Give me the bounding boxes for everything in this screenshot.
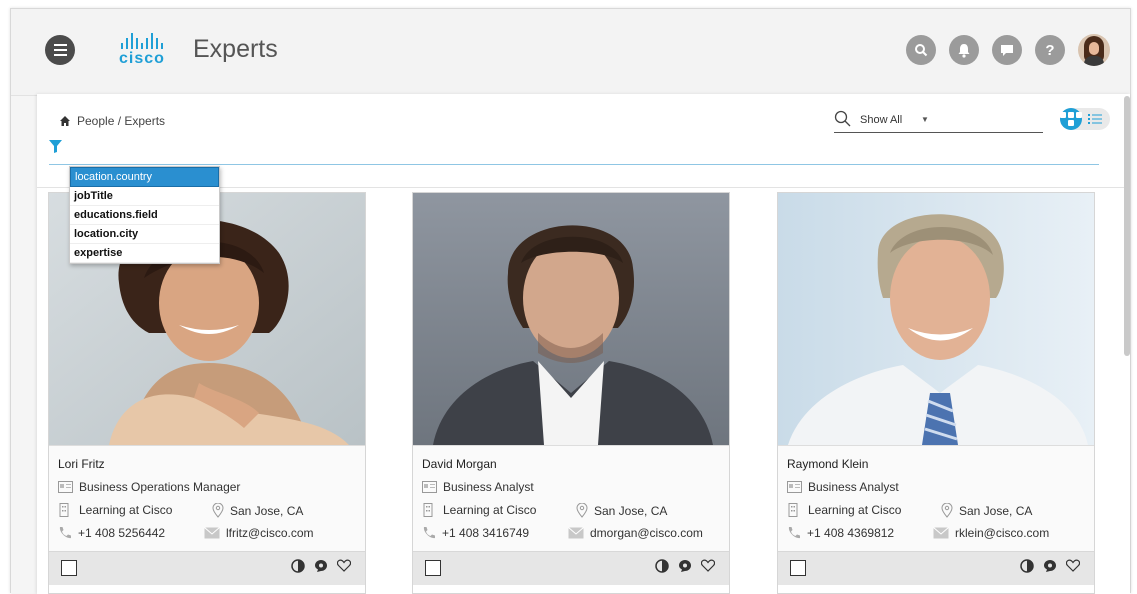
expert-info: Lori Fritz Business Operations Manager L… (49, 445, 365, 585)
expert-location: San Jose, CA (959, 503, 1033, 518)
mail-icon (204, 527, 220, 539)
dropdown-item[interactable]: expertise (70, 244, 219, 263)
search-filter[interactable]: Show All ▼ (834, 110, 1043, 133)
search-icon[interactable] (906, 35, 936, 65)
user-avatar[interactable] (1078, 34, 1110, 66)
expert-title: Business Analyst (443, 480, 534, 494)
expert-photo (778, 193, 1094, 445)
expert-location: San Jose, CA (230, 503, 304, 518)
expert-name[interactable]: David Morgan (422, 457, 497, 471)
expert-phone[interactable]: +1 408 5256442 (78, 526, 165, 540)
expert-phone[interactable]: +1 408 4369812 (807, 526, 894, 540)
view-toggle[interactable] (1060, 108, 1110, 130)
expert-name[interactable]: Raymond Klein (787, 457, 868, 471)
expert-card[interactable]: Raymond Klein Business Analyst Learning … (777, 192, 1095, 594)
expert-phone[interactable]: +1 408 3416749 (442, 526, 529, 540)
filter-field-dropdown: location.country jobTitle educations.fie… (69, 166, 220, 264)
expert-info: David Morgan Business Analyst Learning a… (413, 445, 729, 585)
cisco-logo: cisco (109, 31, 175, 71)
expert-email[interactable]: rklein@cisco.com (955, 526, 1049, 540)
page-title: Experts (193, 35, 278, 63)
select-checkbox[interactable] (790, 560, 806, 576)
expert-department: Learning at Cisco (79, 503, 173, 517)
expert-title: Business Operations Manager (79, 480, 241, 494)
favorite-heart-icon[interactable] (700, 559, 716, 573)
expert-name[interactable]: Lori Fritz (58, 457, 105, 471)
show-all-select[interactable]: Show All (860, 114, 902, 126)
expert-location: San Jose, CA (594, 503, 668, 518)
favorite-heart-icon[interactable] (336, 559, 352, 573)
location-pin-icon (941, 503, 953, 518)
chat-bubble-icon[interactable] (678, 559, 692, 573)
dropdown-item[interactable]: jobTitle (70, 187, 219, 206)
chat-bubble-icon[interactable] (1043, 559, 1057, 573)
phone-icon (59, 527, 71, 539)
mail-icon (933, 527, 949, 539)
breadcrumb: People / Experts (59, 114, 165, 128)
chat-icon[interactable] (992, 35, 1022, 65)
expert-email[interactable]: dmorgan@cisco.com (590, 526, 703, 540)
presence-icon[interactable] (1020, 559, 1034, 573)
select-checkbox[interactable] (61, 560, 77, 576)
filter-underline (49, 164, 1099, 165)
id-card-icon (58, 481, 73, 493)
expert-department: Learning at Cisco (808, 503, 902, 517)
card-footer (778, 551, 1094, 585)
presence-icon[interactable] (655, 559, 669, 573)
search-icon[interactable] (834, 110, 852, 128)
expert-card[interactable]: David Morgan Business Analyst Learning a… (412, 192, 730, 594)
expert-email[interactable]: lfritz@cisco.com (226, 526, 314, 540)
expert-department: Learning at Cisco (443, 503, 537, 517)
building-icon (788, 503, 798, 517)
grid-view-icon[interactable] (1060, 108, 1082, 130)
card-footer (413, 551, 729, 585)
id-card-icon (787, 481, 802, 493)
location-pin-icon (212, 503, 224, 518)
menu-icon[interactable] (45, 35, 75, 65)
chat-bubble-icon[interactable] (314, 559, 328, 573)
brand-name: cisco (119, 50, 165, 67)
help-icon[interactable]: ? (1035, 35, 1065, 65)
dropdown-item[interactable]: location.city (70, 225, 219, 244)
home-icon[interactable] (59, 115, 71, 127)
select-checkbox[interactable] (425, 560, 441, 576)
list-view-icon[interactable] (1088, 113, 1102, 125)
favorite-heart-icon[interactable] (1065, 559, 1081, 573)
presence-icon[interactable] (291, 559, 305, 573)
location-pin-icon (576, 503, 588, 518)
phone-icon (788, 527, 800, 539)
building-icon (423, 503, 433, 517)
expert-title: Business Analyst (808, 480, 899, 494)
mail-icon (568, 527, 584, 539)
expert-photo (413, 193, 729, 445)
dropdown-item[interactable]: educations.field (70, 206, 219, 225)
expert-info: Raymond Klein Business Analyst Learning … (778, 445, 1094, 585)
top-bar: cisco Experts ? (11, 9, 1130, 96)
id-card-icon (422, 481, 437, 493)
building-icon (59, 503, 69, 517)
filter-icon[interactable] (49, 140, 62, 153)
scrollbar[interactable] (1124, 96, 1130, 356)
phone-icon (423, 527, 435, 539)
bell-icon[interactable] (949, 35, 979, 65)
caret-down-icon[interactable]: ▼ (921, 115, 929, 124)
card-footer (49, 551, 365, 585)
dropdown-item[interactable]: location.country (70, 167, 219, 187)
breadcrumb-text[interactable]: People / Experts (77, 114, 165, 128)
